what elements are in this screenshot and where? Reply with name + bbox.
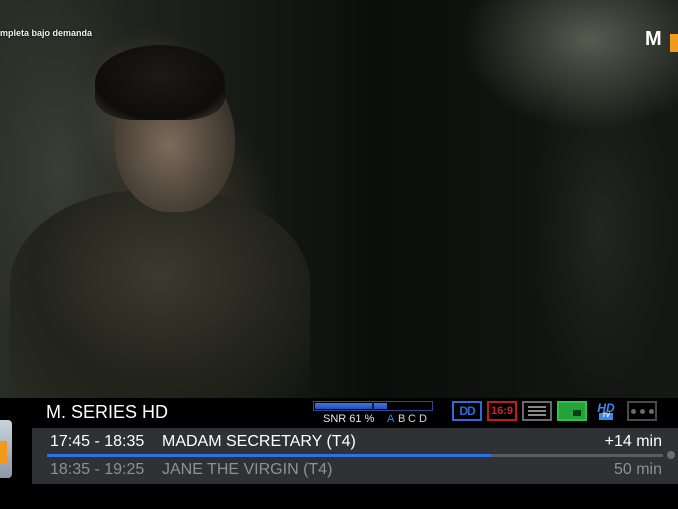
program-progress-fill	[47, 454, 491, 457]
current-program-time: 17:45 - 18:35	[50, 433, 145, 450]
quality-letter-d: D	[419, 413, 427, 425]
signal-meter-fill	[315, 403, 387, 409]
channel-logo-tag	[670, 34, 678, 52]
aspect-ratio-icon: 16:9	[487, 401, 517, 421]
snr-label: SNR 61 %	[323, 413, 375, 425]
channel-logo: M	[645, 28, 662, 50]
video-figure-body	[10, 190, 310, 400]
progress-end-dot	[667, 451, 675, 459]
next-program-title: JANE THE VIRGIN (T4)	[162, 461, 333, 478]
program-progress-bar	[47, 454, 663, 457]
dolby-icon: DD	[452, 401, 482, 421]
hd-icon: HD TV	[592, 401, 620, 421]
cassette-icon	[627, 401, 657, 421]
subtitles-icon	[522, 401, 552, 421]
quality-letter-a: A	[387, 413, 395, 425]
teletext-icon	[557, 401, 587, 421]
quality-letter-c: C	[408, 413, 416, 425]
side-menu-tab-marker	[0, 441, 7, 463]
quality-letter-b: B	[398, 413, 406, 425]
channel-name: M. SERIES HD	[46, 402, 169, 422]
video-figure-hair	[95, 45, 225, 120]
next-program-duration: 50 min	[613, 461, 662, 478]
current-program-remaining: +14 min	[604, 433, 662, 450]
promo-banner-text: mpleta bajo demanda	[0, 28, 93, 38]
hd-icon-text: HD	[597, 400, 615, 415]
current-program-title: MADAM SECRETARY (T4)	[162, 433, 356, 450]
hd-icon-sub: TV	[599, 412, 613, 420]
signal-meter-divider	[372, 402, 374, 410]
video-frame	[0, 0, 678, 400]
next-program-time: 18:35 - 19:25	[50, 461, 145, 478]
tv-screen: mpleta bajo demanda M M. SERIES HD SNR 6…	[0, 0, 678, 509]
